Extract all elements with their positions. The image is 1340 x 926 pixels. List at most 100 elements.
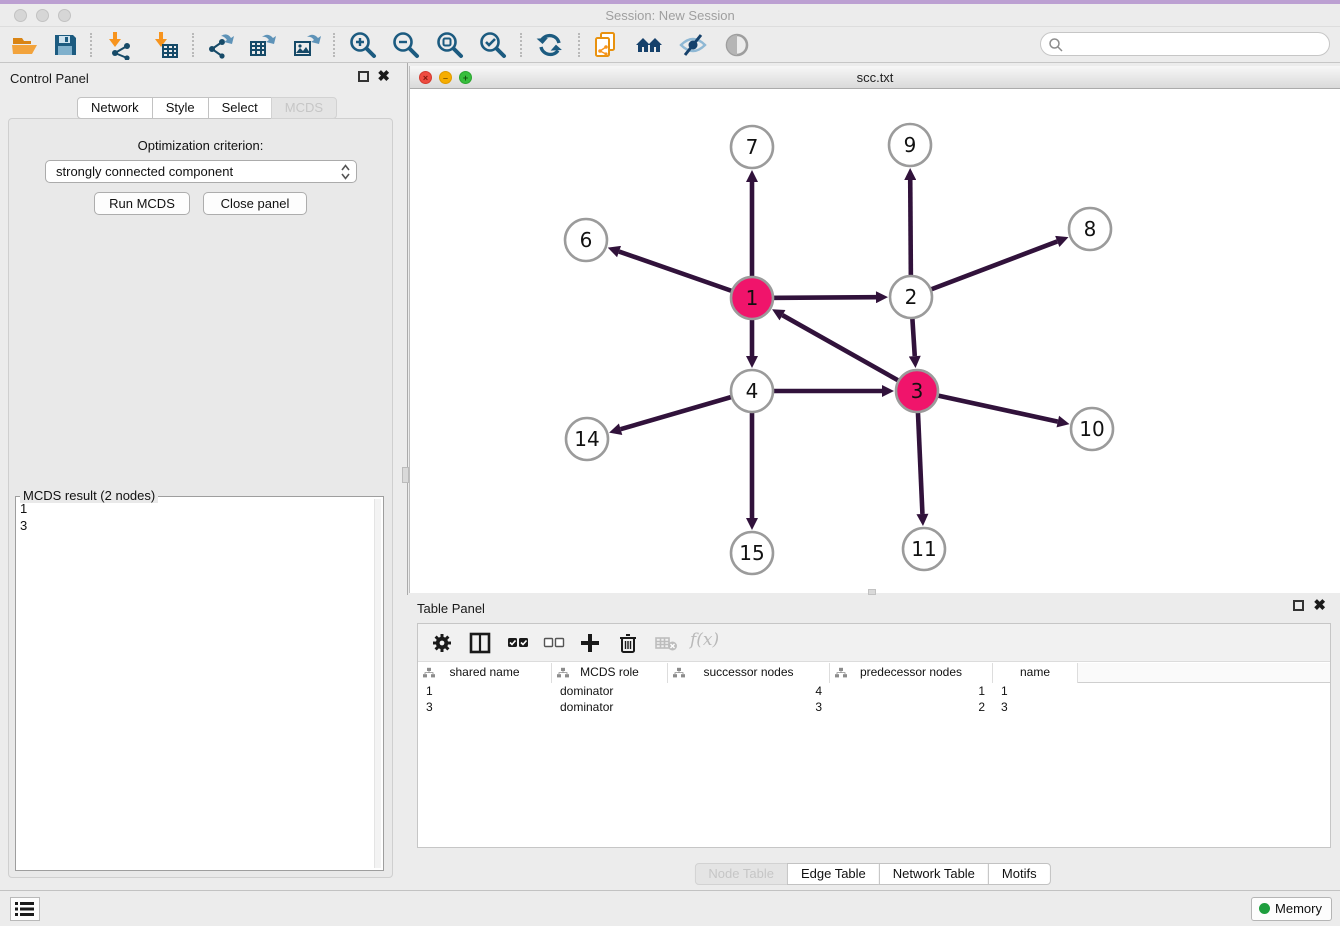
svg-text:8: 8 [1084,217,1097,241]
table-cell[interactable]: 2 [830,699,993,715]
table-cell[interactable]: 1 [418,683,552,699]
graph-node-6[interactable]: 6 [565,219,607,261]
run-mcds-button[interactable]: Run MCDS [94,192,190,215]
svg-text:14: 14 [574,427,599,451]
refresh-view-icon[interactable] [535,30,565,60]
svg-text:1: 1 [746,286,759,310]
graph-node-11[interactable]: 11 [903,528,945,570]
float-panel-icon[interactable] [358,71,369,82]
task-history-button[interactable] [10,897,40,921]
column-header-shared-name[interactable]: shared name [418,663,552,683]
select-stepper-icon [341,164,350,180]
save-session-icon[interactable] [50,30,80,60]
column-tree-icon [557,667,569,679]
select-all-columns-icon[interactable] [506,631,530,655]
float-table-panel-icon[interactable] [1293,600,1304,611]
svg-text:7: 7 [746,135,759,159]
tab-select[interactable]: Select [208,97,272,119]
column-header-successor-nodes[interactable]: successor nodes [668,663,830,683]
search-input[interactable] [1040,32,1330,56]
delete-table-icon[interactable] [654,631,678,655]
memory-button[interactable]: Memory [1251,897,1332,921]
memory-label: Memory [1275,901,1322,916]
app-titlebar: Session: New Session [0,4,1340,27]
tab-network-table[interactable]: Network Table [879,863,989,885]
tab-node-table[interactable]: Node Table [694,863,788,885]
table-cell[interactable]: 3 [993,699,1078,715]
export-image-icon[interactable] [292,30,322,60]
graph-node-4[interactable]: 4 [731,370,773,412]
table-cell[interactable]: dominator [552,699,668,715]
graph-node-14[interactable]: 14 [566,418,608,460]
tab-mcds[interactable]: MCDS [271,97,337,119]
clone-network-icon[interactable] [592,30,622,60]
table-options-icon[interactable] [430,631,454,655]
table-toolbar: f(x) [418,624,1330,662]
column-header-name[interactable]: name [993,663,1078,683]
zoom-in-icon[interactable] [348,30,378,60]
unselect-all-columns-icon[interactable] [542,631,566,655]
graph-node-9[interactable]: 9 [889,124,931,166]
zoom-selected-icon[interactable] [478,30,508,60]
graph-node-3[interactable]: 3 [896,370,938,412]
column-tree-icon [835,667,847,679]
toolbar-separator [578,33,580,57]
import-network-icon[interactable] [104,30,134,60]
add-column-icon[interactable] [578,631,602,655]
show-all-icon[interactable] [722,30,752,60]
first-neighbors-icon[interactable] [634,30,664,60]
export-network-icon[interactable] [205,30,235,60]
table-cell[interactable]: 3 [668,699,830,715]
graph-node-10[interactable]: 10 [1071,408,1113,450]
table-cell[interactable]: 3 [418,699,552,715]
toolbar-separator [192,33,194,57]
table-cell[interactable]: 1 [830,683,993,699]
close-panel-icon[interactable]: ✖ [377,67,390,85]
table-cell[interactable]: 1 [993,683,1078,699]
zoom-out-icon[interactable] [391,30,421,60]
table-row[interactable]: 3dominator323 [418,699,1330,715]
tab-network[interactable]: Network [77,97,153,119]
svg-text:6: 6 [580,228,593,252]
tab-motifs[interactable]: Motifs [988,863,1051,885]
graph-node-2[interactable]: 2 [890,276,932,318]
close-table-panel-icon[interactable]: ✖ [1313,596,1326,614]
tab-style[interactable]: Style [152,97,209,119]
graph-node-15[interactable]: 15 [731,532,773,574]
svg-text:10: 10 [1079,417,1104,441]
edge-3-1[interactable] [782,315,917,391]
splitter-handle[interactable] [402,467,409,483]
network-window-titlebar: × – + scc.txt [410,66,1340,89]
graph-node-7[interactable]: 7 [731,126,773,168]
control-panel-title: Control Panel [10,71,89,86]
table-row[interactable]: 1dominator411 [418,683,1330,699]
optimization-criterion-select[interactable]: strongly connected component [45,160,357,183]
open-session-icon[interactable] [10,30,40,60]
window-title: Session: New Session [0,8,1340,23]
network-graph-canvas[interactable]: 7 9 6 8 1 2 4 3 14 10 15 11 [410,89,1340,593]
close-panel-button[interactable]: Close panel [203,192,307,215]
tab-edge-table[interactable]: Edge Table [787,863,880,885]
control-panel-tabbar: NetworkStyleSelectMCDS [77,97,337,119]
export-table-icon[interactable] [248,30,278,60]
control-panel-header: Control Panel ✖ [0,63,403,91]
node-table-container: f(x) shared nameMCDS rolesuccessor nodes… [417,623,1331,848]
table-cell[interactable]: dominator [552,683,668,699]
column-header-predecessor-nodes[interactable]: predecessor nodes [830,663,993,683]
result-scrollbar[interactable] [374,499,381,868]
svg-text:11: 11 [911,537,936,561]
import-table-icon[interactable] [150,30,180,60]
table-cell[interactable]: 4 [668,683,830,699]
edge-2-8[interactable] [911,241,1057,297]
toolbar-separator [520,33,522,57]
mcds-result-text[interactable]: 1 3 [20,500,371,868]
zoom-fit-icon[interactable] [435,30,465,60]
hide-selected-icon[interactable] [678,30,708,60]
graph-node-8[interactable]: 8 [1069,208,1111,250]
node-table: shared nameMCDS rolesuccessor nodesprede… [418,663,1330,715]
svg-text:2: 2 [905,285,918,309]
panel-mode-icon[interactable] [468,631,492,655]
graph-node-1[interactable]: 1 [731,277,773,319]
column-header-MCDS-role[interactable]: MCDS role [552,663,668,683]
delete-column-icon[interactable] [616,631,640,655]
